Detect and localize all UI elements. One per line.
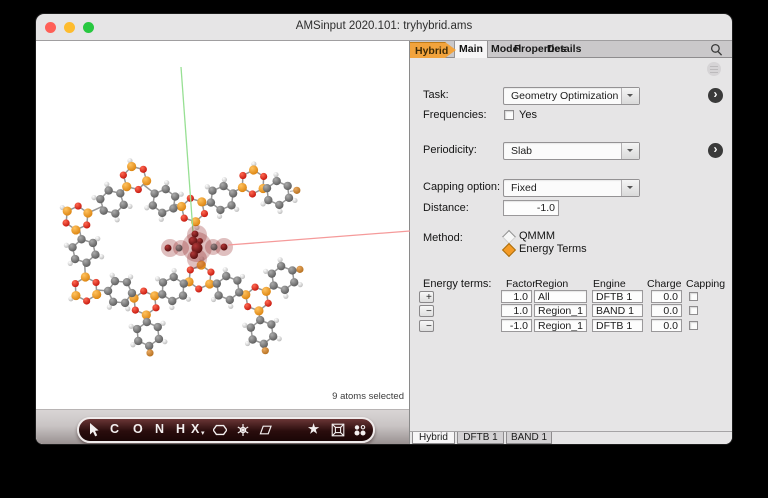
close-window-button[interactable] — [45, 22, 56, 33]
engine-input-row2[interactable] — [592, 304, 643, 317]
traffic-lights — [45, 22, 94, 33]
app-window: AMSinput 2020.101: tryhybrid.ams 9 atoms… — [36, 14, 732, 444]
task-dropdown[interactable]: Geometry Optimization — [503, 87, 640, 105]
viewer-toolbar-strip: C O N H X ▾ — [36, 409, 409, 444]
engine-input-row3[interactable] — [592, 319, 643, 332]
capping-checkbox-row3[interactable] — [689, 321, 698, 330]
periodicity-dropdown[interactable]: Slab — [503, 142, 640, 160]
page-tab-details[interactable]: Details — [547, 41, 581, 58]
fragments-tool-icon[interactable] — [353, 423, 367, 437]
page-tab-main[interactable]: Main — [454, 41, 488, 58]
method-label: Method: — [423, 232, 463, 244]
capping-checkbox-row1[interactable] — [689, 292, 698, 301]
frequencies-option-label: Yes — [519, 109, 537, 121]
factor-input-row3[interactable] — [501, 319, 532, 332]
atoms[interactable] — [60, 158, 304, 356]
method-option-energy-terms-label: Energy Terms — [519, 243, 587, 255]
distance-input[interactable] — [503, 200, 559, 216]
element-toolbar: C O N H X ▾ — [77, 417, 375, 443]
frequencies-checkbox[interactable] — [504, 110, 514, 120]
task-value: Geometry Optimization — [511, 90, 618, 102]
engine-tab-band1[interactable]: BAND 1 — [506, 432, 552, 444]
molecule-viewer[interactable]: 9 atoms selected C O N H X ▾ — [36, 41, 410, 444]
capping-option-dropdown[interactable]: Fixed — [503, 179, 640, 197]
engine-tab-bar: Hybrid DFTB 1 BAND 1 — [410, 431, 732, 444]
element-dropdown-arrow-icon[interactable]: ▾ — [201, 429, 205, 437]
search-icon[interactable] — [710, 43, 723, 56]
column-header-factor: Factor — [506, 278, 536, 290]
method-option-qmmm-label: QMMM — [519, 230, 555, 242]
charge-input-row2[interactable] — [651, 304, 682, 317]
minimize-window-button[interactable] — [64, 22, 75, 33]
charge-input-row1[interactable] — [651, 290, 682, 303]
window-title: AMSinput 2020.101: tryhybrid.ams — [36, 14, 732, 39]
select-cursor-tool[interactable] — [88, 423, 102, 437]
factor-input-row2[interactable] — [501, 304, 532, 317]
engine-tab-dftb1[interactable]: DFTB 1 — [457, 432, 504, 444]
molecule-canvas[interactable] — [36, 41, 410, 409]
column-header-capping: Capping — [686, 278, 725, 290]
remove-energy-term-button-row3[interactable]: − — [419, 320, 434, 332]
structure-tool-icon[interactable] — [236, 423, 250, 437]
guide-line-red — [228, 231, 410, 245]
input-panel: Hybrid Main Model Properties Details Tas… — [410, 41, 732, 444]
title-bar[interactable]: AMSinput 2020.101: tryhybrid.ams — [36, 14, 732, 41]
ring-tool-icon[interactable] — [213, 423, 227, 437]
lattice-tool-icon[interactable] — [257, 423, 272, 437]
selection-status: 9 atoms selected — [332, 391, 404, 402]
tool-element-N[interactable]: N — [155, 422, 164, 436]
tool-element-H[interactable]: H — [176, 422, 185, 436]
capping-checkbox-row2[interactable] — [689, 306, 698, 315]
task-label: Task: — [423, 89, 449, 101]
add-energy-term-button[interactable]: + — [419, 291, 434, 303]
page-tab-bar: Hybrid Main Model Properties Details — [410, 41, 732, 58]
periodicity-value: Slab — [511, 145, 532, 157]
periodicity-details-button[interactable]: › — [708, 143, 723, 158]
zoom-window-button[interactable] — [83, 22, 94, 33]
favorites-star-icon[interactable]: ★ — [308, 421, 319, 436]
tool-element-O[interactable]: O — [133, 422, 143, 436]
remove-energy-term-button-row2[interactable]: − — [419, 305, 434, 317]
region-input-row3[interactable] — [534, 319, 587, 332]
frequencies-label: Frequencies: — [423, 109, 487, 121]
engine-tab-hybrid[interactable]: Hybrid — [412, 432, 455, 444]
capping-option-value: Fixed — [511, 182, 537, 194]
column-header-region: Region — [535, 278, 568, 290]
region-input-row2[interactable] — [534, 304, 587, 317]
tool-element-X[interactable]: X — [191, 422, 199, 436]
panel-tab-hybrid[interactable]: Hybrid — [410, 42, 456, 58]
charge-input-row3[interactable] — [651, 319, 682, 332]
periodicity-label: Periodicity: — [423, 144, 477, 156]
unit-cell-icon[interactable] — [331, 423, 345, 437]
energy-terms-label: Energy terms: — [423, 278, 491, 290]
selected-cluster[interactable] — [161, 225, 233, 269]
column-header-charge: Charge — [647, 278, 681, 290]
task-details-button[interactable]: › — [708, 88, 723, 103]
engine-input-row1[interactable] — [592, 290, 643, 303]
dropdown-arrow-icon — [621, 180, 639, 196]
screen: { "window": { "title": "AMSinput 2020.10… — [0, 0, 768, 498]
dropdown-arrow-icon — [621, 143, 639, 159]
capping-option-label: Capping option: — [423, 181, 500, 193]
panel-menu-icon[interactable] — [707, 62, 721, 76]
distance-label: Distance: — [423, 202, 469, 214]
column-header-engine: Engine — [593, 278, 626, 290]
method-radio-energy-terms[interactable] — [502, 243, 516, 257]
factor-input-row1[interactable] — [501, 290, 532, 303]
dropdown-arrow-icon — [621, 88, 639, 104]
region-input-row1[interactable] — [534, 290, 587, 303]
tool-element-C[interactable]: C — [110, 422, 119, 436]
